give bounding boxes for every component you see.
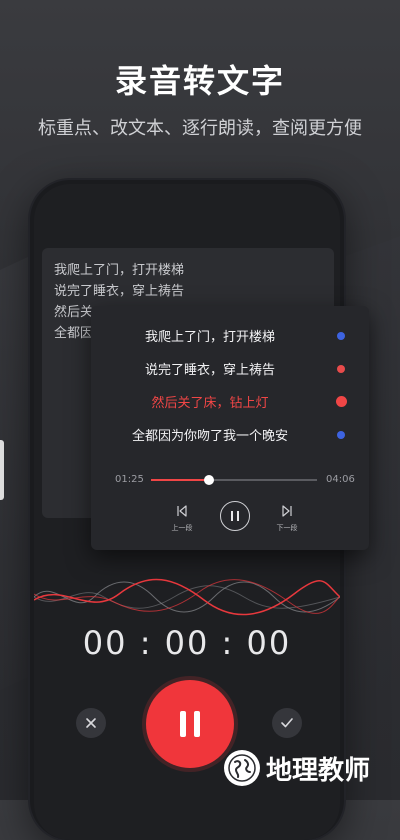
previous-segment-button[interactable]: 上一段 xyxy=(167,502,197,533)
total-time: 04:06 xyxy=(326,474,355,485)
skip-previous-icon xyxy=(177,505,187,517)
card-line-text: 全都因为你吻了我一个晚安 xyxy=(131,429,288,444)
recording-timer: 00 : 00 : 00 xyxy=(82,624,292,662)
transcript-line: 说完了睡衣，穿上祷告 xyxy=(54,284,185,299)
close-icon xyxy=(86,718,96,728)
line-dot xyxy=(336,396,347,407)
page-subtitle: 标重点、改文本、逐行朗读，查阅更方便 xyxy=(38,118,362,139)
page-title: 录音转文字 xyxy=(114,62,285,100)
play-pause-button[interactable] xyxy=(220,501,250,531)
card-line-text: 我爬上了门，打开楼梯 xyxy=(144,330,275,345)
pause-icon xyxy=(180,711,200,737)
progress-knob[interactable] xyxy=(204,475,215,485)
line-dot xyxy=(337,431,345,439)
skip-next-icon xyxy=(282,505,292,517)
watermark: 地理教师 xyxy=(224,748,370,788)
current-time: 01:25 xyxy=(115,474,144,485)
card-line-text: 然后关了床，钻上灯 xyxy=(151,396,269,411)
audio-waveform xyxy=(34,578,340,616)
line-dot xyxy=(337,365,345,373)
card-line-active[interactable]: 然后关了床，钻上灯 xyxy=(91,392,369,414)
next-label: 下一段 xyxy=(276,524,298,532)
cancel-button[interactable] xyxy=(76,708,106,738)
confirm-button[interactable] xyxy=(272,708,302,738)
pause-icon xyxy=(231,511,239,521)
progress-slider[interactable] xyxy=(151,475,317,485)
record-pause-button[interactable] xyxy=(146,680,234,768)
card-line[interactable]: 全都因为你吻了我一个晚安 xyxy=(91,425,369,447)
next-segment-button[interactable]: 下一段 xyxy=(272,502,302,533)
card-line[interactable]: 说完了睡衣，穿上祷告 xyxy=(91,359,369,381)
previous-label: 上一段 xyxy=(171,524,193,532)
progress-fill xyxy=(151,479,210,481)
transcript-line: 我爬上了门，打开楼梯 xyxy=(54,263,185,278)
card-line[interactable]: 我爬上了门，打开楼梯 xyxy=(91,326,369,348)
check-icon xyxy=(281,718,293,728)
playback-card: 我爬上了门，打开楼梯 说完了睡衣，穿上祷告 然后关了床，钻上灯 全都因为你吻了我… xyxy=(91,306,369,550)
watermark-text: 地理教师 xyxy=(266,755,371,786)
globe-icon xyxy=(224,750,260,786)
card-line-text: 说完了睡衣，穿上祷告 xyxy=(144,363,275,378)
edge-handle xyxy=(0,440,4,500)
line-dot xyxy=(337,332,345,340)
